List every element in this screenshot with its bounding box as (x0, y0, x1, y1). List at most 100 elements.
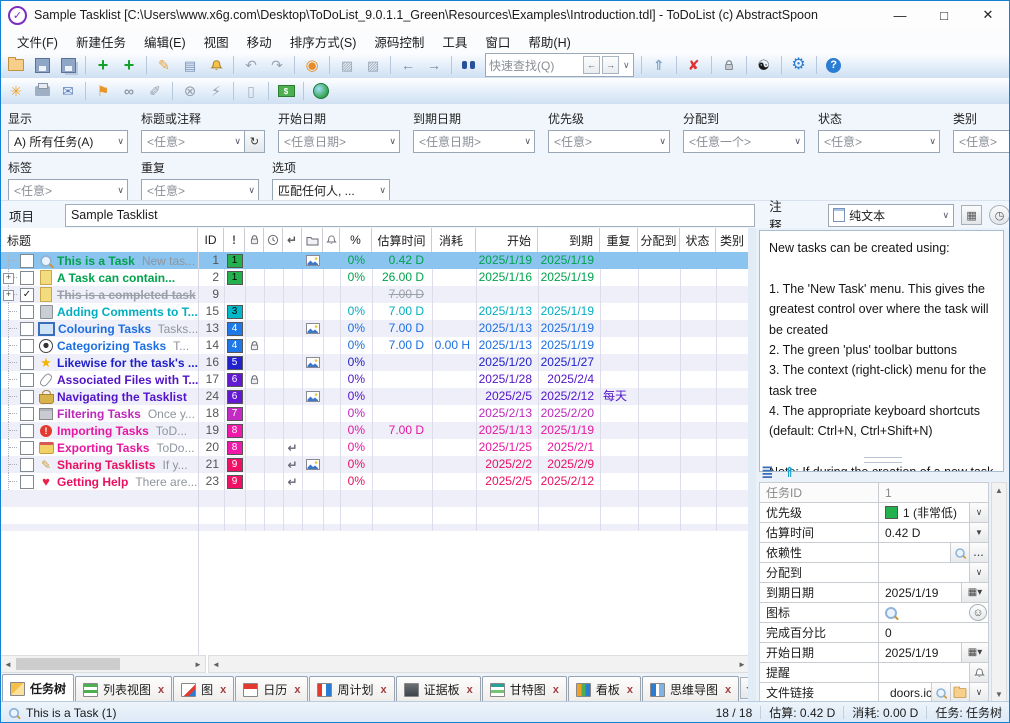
tab-close-icon[interactable] (158, 684, 164, 696)
table-row[interactable]: Sharing TasklistsIf y... 21 9 0% 2025/2/… (0, 456, 748, 473)
tab-close-icon[interactable] (725, 684, 731, 696)
comments-box[interactable]: New tasks can be created using: 1. The '… (759, 230, 1004, 472)
due-date-calendar-button[interactable] (961, 583, 988, 602)
menu-new-task[interactable]: 新建任务 (67, 32, 135, 51)
flag-button[interactable] (91, 80, 115, 102)
assigned-dropdown-button[interactable] (969, 563, 988, 582)
task-checkbox[interactable] (20, 389, 34, 404)
task-checkbox-checked[interactable] (20, 287, 34, 302)
maximize-tasklist-button[interactable] (335, 54, 359, 76)
filter-start-combo[interactable]: <任意日期> (278, 130, 400, 153)
col-id[interactable]: ID (198, 228, 224, 252)
attributes-layout-icon[interactable] (761, 463, 774, 481)
col-title[interactable]: 标题 (0, 228, 198, 252)
task-checkbox[interactable] (20, 406, 34, 421)
attr-assigned[interactable]: 分配到 (760, 563, 988, 583)
tab-close-icon[interactable] (467, 684, 473, 696)
task-checkbox[interactable] (20, 474, 34, 489)
cancel-button[interactable] (178, 80, 202, 102)
tab-mindmap[interactable]: 思维导图 (642, 676, 740, 702)
est-time-dropdown-button[interactable] (969, 523, 988, 542)
vertical-splitter[interactable] (748, 228, 756, 702)
table-row[interactable]: Associated Files with T... 17 6 0% 2025/… (0, 371, 748, 388)
menu-move[interactable]: 移动 (238, 32, 281, 51)
expand-button[interactable] (3, 273, 14, 284)
filter-tag-combo[interactable]: <任意> (8, 179, 128, 202)
tab-close-icon[interactable] (627, 684, 633, 696)
expand-button[interactable] (3, 290, 14, 301)
menu-view[interactable]: 视图 (195, 32, 238, 51)
task-checkbox[interactable] (20, 423, 34, 438)
tab-close-icon[interactable] (380, 684, 386, 696)
col-recur[interactable]: 重复 (600, 228, 638, 252)
file-link-browse-button[interactable] (950, 683, 969, 702)
filter-status-combo[interactable]: <任意> (818, 130, 940, 153)
col-est[interactable]: 估算时间 (372, 228, 432, 252)
tree-hscrollbar[interactable] (0, 655, 206, 673)
menu-tools[interactable]: 工具 (433, 32, 476, 51)
task-checkbox[interactable] (20, 338, 34, 353)
task-checkbox[interactable] (20, 372, 34, 387)
filter-title-refresh-button[interactable] (245, 130, 265, 153)
table-row[interactable]: Filtering Tasks Once y... 18 7 0% 2025/2/… (0, 405, 748, 422)
print-button[interactable] (30, 80, 54, 102)
filter-priority-combo[interactable]: <任意> (548, 130, 670, 153)
filter-due-combo[interactable]: <任意日期> (413, 130, 535, 153)
maximize-comments-button[interactable] (361, 54, 385, 76)
tab-close-icon[interactable] (553, 684, 559, 696)
scroll-left-icon[interactable] (209, 657, 223, 671)
minimize-button[interactable]: — (878, 0, 922, 30)
col-status[interactable]: 状态 (680, 228, 716, 252)
log-button[interactable] (239, 80, 263, 102)
attributes-sort-icon[interactable] (784, 464, 796, 481)
forward-button[interactable] (422, 54, 446, 76)
undo-button[interactable] (239, 54, 263, 76)
find-prev-button[interactable] (583, 56, 600, 74)
dependency-browse-button[interactable] (969, 543, 988, 562)
tab-kanban[interactable]: 看板 (567, 676, 641, 702)
attr-dependency[interactable]: 依赖性 (760, 543, 988, 563)
priority-dropdown-button[interactable] (969, 503, 988, 522)
scrollbar-thumb[interactable] (16, 658, 120, 670)
filter-options-combo[interactable]: 匹配任何人, ... (272, 179, 390, 202)
open-button[interactable] (4, 54, 28, 76)
new-task-button[interactable] (91, 54, 115, 76)
sort-button[interactable] (647, 54, 671, 76)
sync-button[interactable] (300, 54, 324, 76)
pane-splitter-grip[interactable] (864, 457, 902, 463)
web-button[interactable] (309, 80, 333, 102)
close-button[interactable]: ✕ (966, 0, 1010, 30)
comments-format-combo[interactable]: 纯文本 (828, 203, 955, 227)
menu-file[interactable]: 文件(F) (8, 32, 67, 51)
edit-task-button[interactable] (152, 54, 176, 76)
col-priority[interactable]: ! (224, 228, 245, 252)
attr-icon[interactable]: 图标 (760, 603, 988, 623)
attr-percent-done[interactable]: 完成百分比 0 (760, 623, 988, 643)
table-row[interactable]: Navigating the Tasklist 24 6 0% 2025/2/5… (0, 388, 748, 405)
attr-reminder[interactable]: 提醒 (760, 663, 988, 683)
col-lock[interactable] (245, 228, 264, 252)
help-button[interactable] (822, 54, 846, 76)
col-assign[interactable]: 分配到 (638, 228, 680, 252)
preferences-button[interactable] (787, 54, 811, 76)
filter-show-combo[interactable]: A) 所有任务(A) (8, 130, 128, 153)
scroll-left-icon[interactable] (1, 657, 15, 671)
table-row[interactable]: Likewise for the task's ... 16 5 0% 2025… (0, 354, 748, 371)
task-checkbox[interactable] (20, 304, 34, 319)
col-start[interactable]: 开始 (476, 228, 538, 252)
tab-gantt[interactable]: 甘特图 (481, 676, 567, 702)
back-button[interactable] (396, 54, 420, 76)
col-category[interactable]: 类别 (716, 228, 748, 252)
task-checkbox[interactable] (20, 321, 34, 336)
filter-assigned-combo[interactable]: <任意一个> (683, 130, 805, 153)
task-checkbox[interactable] (20, 457, 34, 472)
table-row[interactable]: Getting HelpThere are... 23 9 0% 2025/2/… (0, 473, 748, 490)
task-checkbox[interactable] (20, 253, 34, 268)
filter-recurrence-combo[interactable]: <任意> (141, 179, 259, 202)
password-lock-button[interactable] (717, 54, 741, 76)
scroll-down-icon[interactable]: ▼ (992, 687, 1006, 701)
attr-due-date[interactable]: 到期日期 2025/1/19 (760, 583, 988, 603)
tab-close-icon[interactable] (294, 684, 300, 696)
start-date-calendar-button[interactable] (961, 643, 988, 662)
table-row[interactable]: Categorizing Tasks T... 14 4 0% 7.00 D 0.… (0, 337, 748, 354)
